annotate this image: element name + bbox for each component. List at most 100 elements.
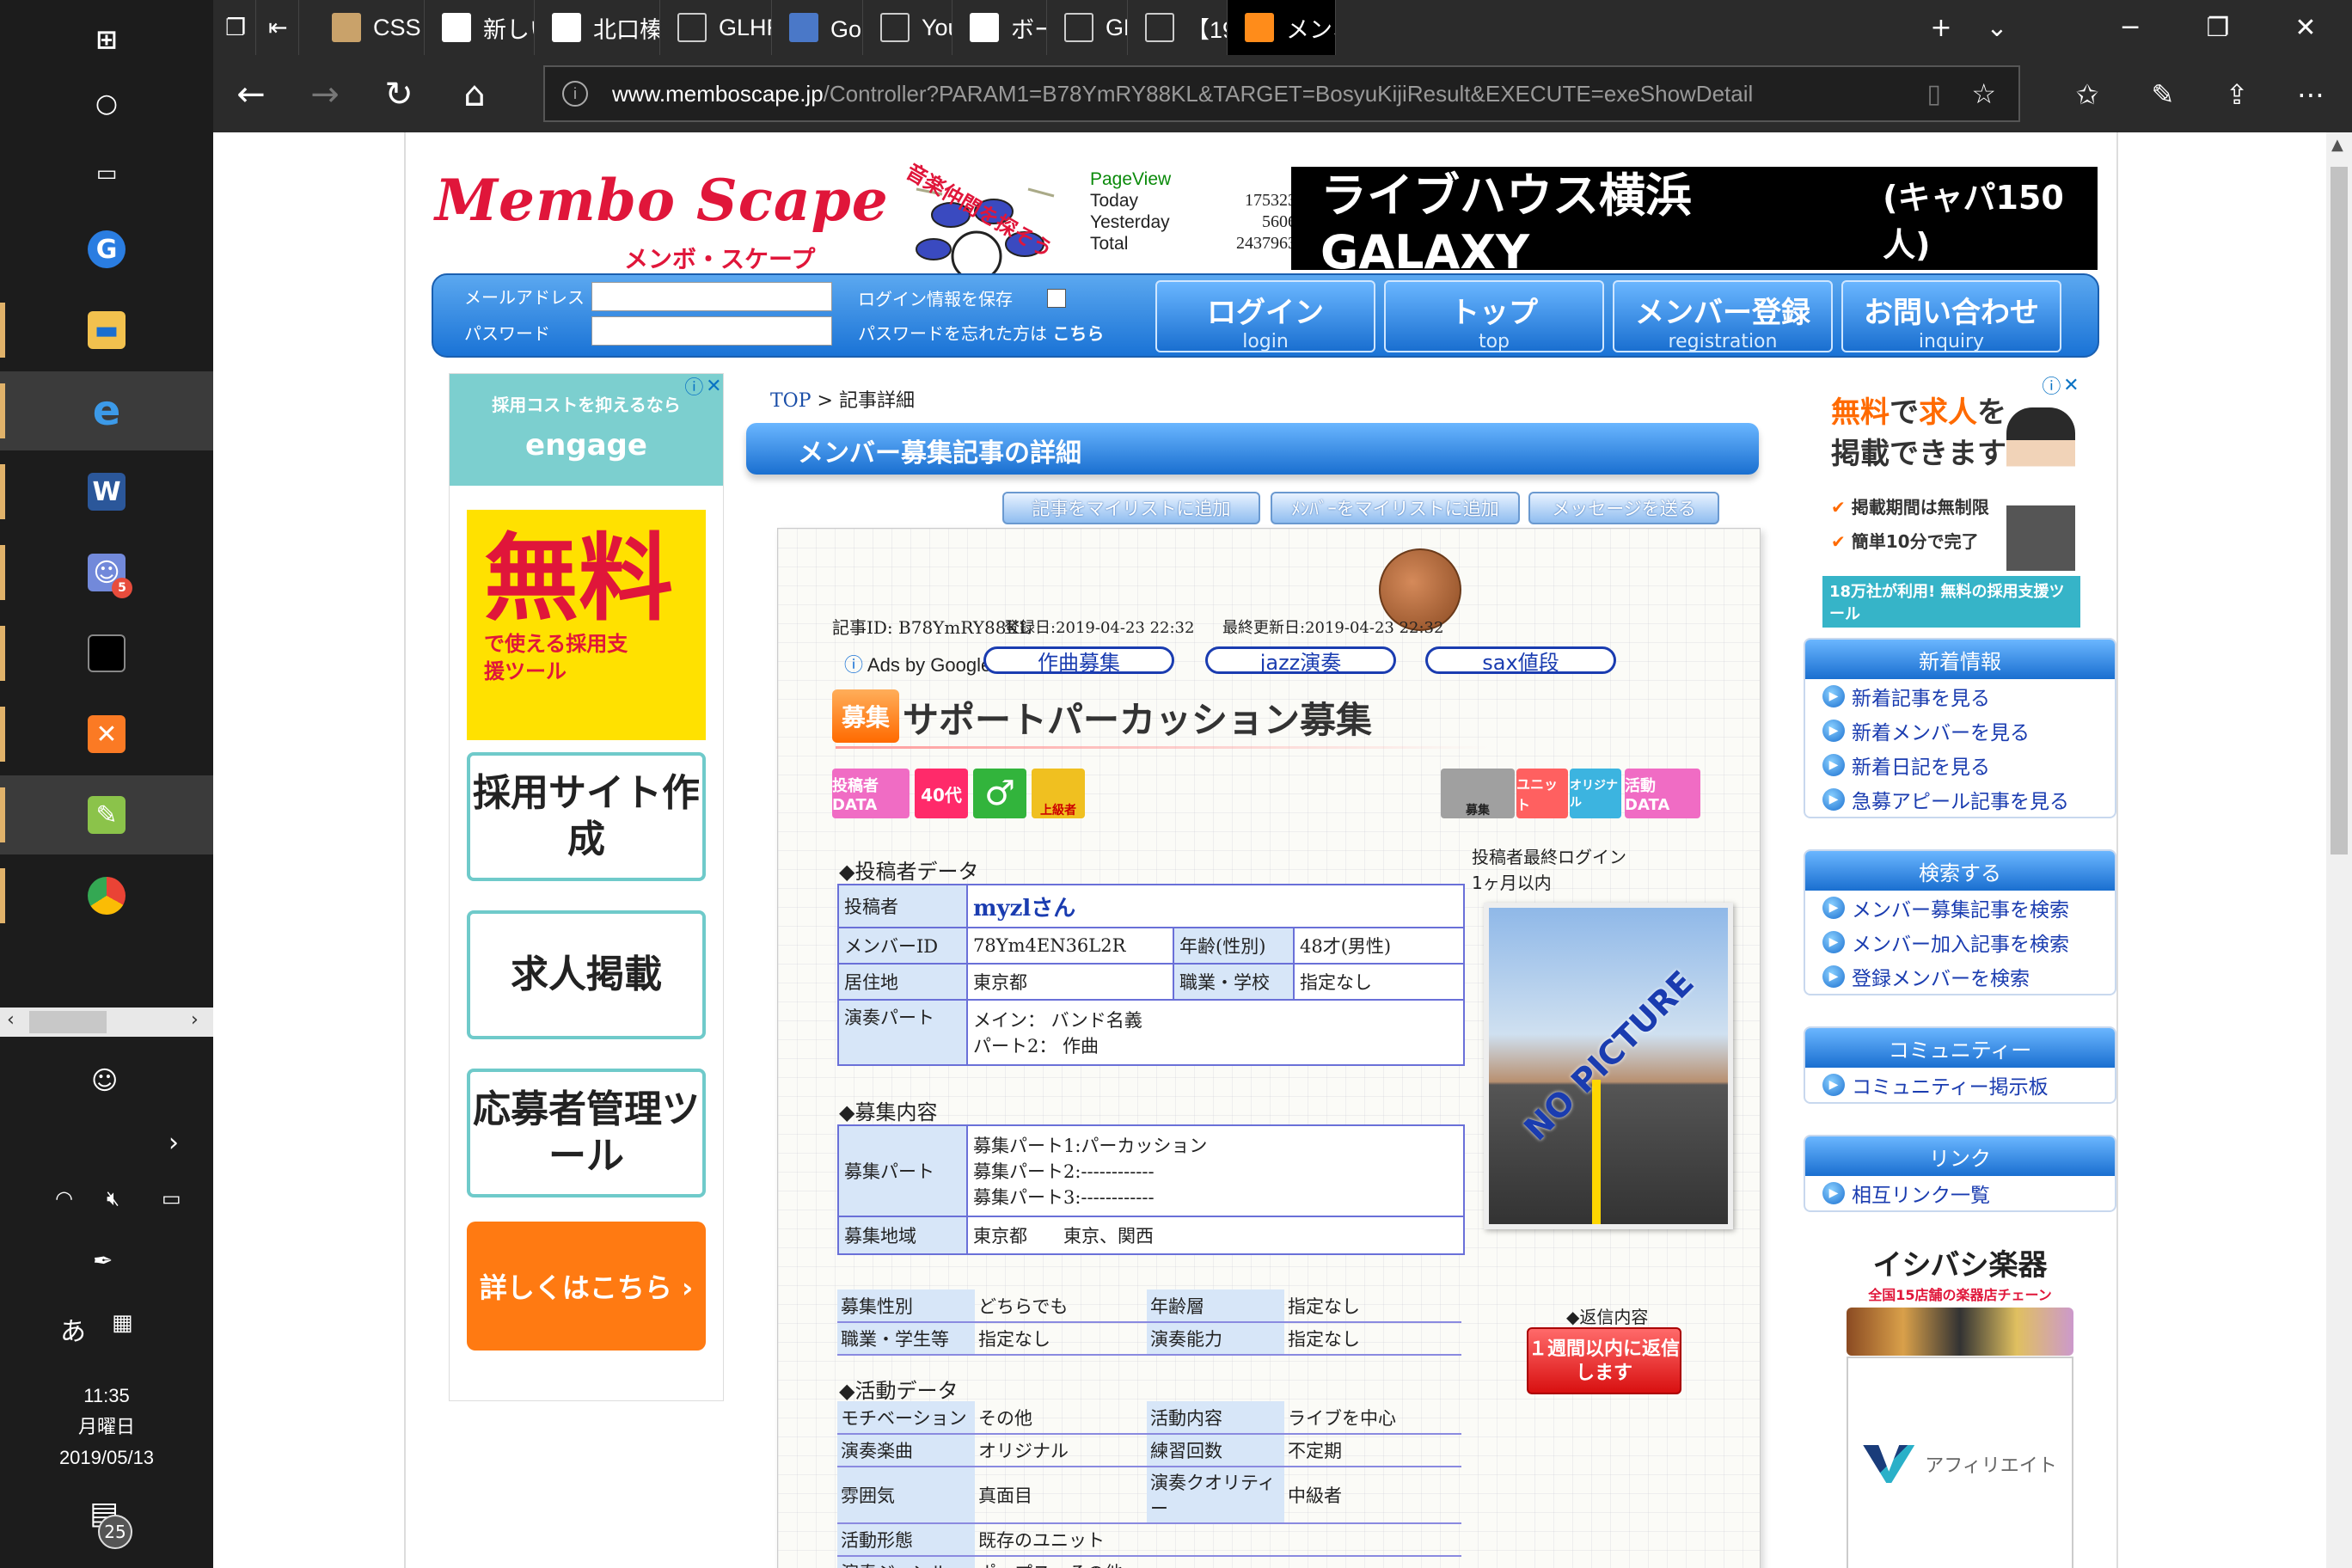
ad-box[interactable]: 応募者管理ツール — [467, 1069, 706, 1197]
share-button[interactable]: ⇪ — [2211, 69, 2263, 120]
taskbar-edge[interactable]: e — [0, 371, 213, 450]
left-advertisement[interactable]: ⓘ ✕ 採用コストを抑えるなら engage 無料 で使える採用支援ツール 採用サ… — [449, 373, 724, 1401]
refresh-button[interactable]: ↻ — [373, 69, 425, 120]
breadcrumb-top-link[interactable]: TOP — [770, 390, 812, 412]
taskbar-notepad[interactable]: ✎ — [0, 775, 213, 854]
tab-10[interactable]: メンホ✕ — [1228, 0, 1336, 55]
volume-muted-icon[interactable]: 🔇︎ — [107, 1186, 119, 1210]
reading-view-icon[interactable]: ▯ — [1926, 79, 1941, 109]
system-clock[interactable]: 11:35 月曜日 2019/05/13 — [0, 1381, 213, 1473]
taskbar-app-1[interactable]: G — [0, 210, 213, 289]
set-aside-button[interactable]: ⇤ — [256, 0, 299, 55]
sidebar-link[interactable]: ▶ 新着日記を見る — [1805, 748, 2115, 782]
top-button[interactable]: トップ top — [1384, 280, 1604, 352]
sidebar-link[interactable]: ▶ メンバー募集記事を検索 — [1805, 891, 2115, 925]
ad-cta-button[interactable]: 詳しくはこちら › — [467, 1222, 706, 1351]
people-icon[interactable]: ☺ — [91, 1066, 118, 1096]
tab-1[interactable]: CSS Flexl — [315, 0, 425, 55]
scroll-thumb[interactable] — [29, 1011, 107, 1033]
ad-link-pill[interactable]: sax値段 — [1425, 646, 1616, 675]
battery-icon[interactable]: ▭ — [162, 1186, 181, 1210]
taskbar-chrome[interactable] — [0, 856, 213, 935]
task-view-button[interactable]: ▭ — [0, 134, 213, 213]
ad-link-pill[interactable]: 作曲募集 — [983, 646, 1174, 675]
ad-box[interactable]: 採用サイト作成 — [467, 752, 706, 881]
forgot-password-link[interactable]: こちら — [1052, 323, 1104, 344]
ime-pad-icon[interactable]: ▦ — [112, 1310, 133, 1336]
home-button[interactable]: ⌂ — [449, 69, 500, 120]
site-logo[interactable]: Membo Scape メンボ・スケープ 音楽仲間を探そう — [435, 155, 1088, 292]
ad-link-pill[interactable]: jazz演奏 — [1205, 646, 1396, 675]
taskbar-explorer[interactable]: ▬ — [0, 291, 213, 370]
page-scrollbar[interactable]: ▲ — [2326, 132, 2352, 1568]
sidebar-link[interactable]: ▶ 新着記事を見る — [1805, 679, 2115, 714]
ad-info-icon[interactable]: ⓘ — [2042, 371, 2061, 399]
sidebar-link[interactable]: ▶ メンバー加入記事を検索 — [1805, 925, 2115, 959]
ishibashi-banner[interactable]: イシバシ楽器 全国15店舗の楽器店チェーン — [1847, 1241, 2073, 1356]
ime-indicator[interactable]: あ — [60, 1310, 86, 1348]
more-button[interactable]: ⋯ — [2285, 69, 2337, 120]
save-login-checkbox[interactable] — [1047, 289, 1066, 308]
taskbar-scrollbar[interactable]: ‹ › — [0, 1008, 213, 1037]
tab-4[interactable]: GLHF — [660, 0, 772, 55]
notes-button[interactable]: ✎ — [2137, 69, 2189, 120]
ad-info-icon[interactable]: ⓘ — [684, 372, 703, 400]
favorites-button[interactable]: ✩ — [2061, 69, 2113, 120]
sidebar-link[interactable]: ▶ 急募アピール記事を見る — [1805, 782, 2115, 817]
tab-8[interactable]: GLHF — [1047, 0, 1128, 55]
taskbar-discord[interactable]: ☺ 5 — [0, 533, 213, 612]
ad-choices[interactable]: ⓘ ✕ — [2041, 371, 2080, 399]
add-member-mylist-button[interactable]: ﾒﾝﾊﾞｰをマイリストに追加 — [1271, 492, 1520, 524]
taskbar-terminal[interactable] — [0, 614, 213, 693]
tab-label: YouTube — [922, 14, 952, 40]
tab-preview-button[interactable]: ❐ — [213, 0, 256, 55]
chevron-right-icon[interactable]: › — [168, 1128, 179, 1158]
wifi-icon[interactable]: ◠ — [55, 1186, 73, 1210]
ad-choices[interactable]: ⓘ ✕ — [683, 372, 723, 400]
sidebar-link[interactable]: ▶ 登録メンバーを検索 — [1805, 959, 2115, 994]
taskbar-word[interactable]: W — [0, 452, 213, 531]
back-button[interactable]: ← — [225, 69, 277, 120]
tab-9[interactable]: 【19：チャ — [1128, 0, 1228, 55]
action-center-button[interactable]: ▤ 25 — [89, 1496, 132, 1549]
search-button[interactable]: ○ — [0, 64, 213, 143]
address-bar[interactable]: i www.memboscape.jp/Controller?PARAM1=B7… — [543, 65, 2020, 122]
ad-close-icon[interactable]: ✕ — [706, 376, 721, 397]
scroll-up-icon[interactable]: ▲ — [2331, 136, 2343, 154]
tab-2[interactable]: 新しいタフ — [425, 0, 535, 55]
tab-list-button[interactable]: ⌄ — [1967, 0, 2027, 55]
minimize-button[interactable]: ─ — [2087, 0, 2173, 55]
taskbar-xampp[interactable]: ✕ — [0, 695, 213, 774]
login-button[interactable]: ログイン login — [1155, 280, 1375, 352]
site-info-icon[interactable]: i — [562, 81, 588, 107]
ad-box[interactable]: 求人掲載 — [467, 910, 706, 1039]
ads-by-google[interactable]: ⓘ Ads by Google — [844, 650, 991, 677]
inquiry-button[interactable]: お問い合わせ inquiry — [1841, 280, 2061, 352]
scroll-left-icon[interactable]: ‹ — [7, 1009, 15, 1031]
ad-close-icon[interactable]: ✕ — [2063, 375, 2079, 396]
poster-name-link[interactable]: myzlさん — [966, 884, 1465, 928]
favorite-star-icon[interactable]: ☆ — [1971, 77, 1996, 110]
scroll-thumb[interactable] — [2331, 167, 2348, 854]
tab-7[interactable]: ボーガン･: — [952, 0, 1047, 55]
pen-icon[interactable]: ✒ — [93, 1246, 113, 1275]
live-house-banner[interactable]: ライブハウス横浜GALAXY (キャパ150人) — [1291, 167, 2098, 279]
send-message-button[interactable]: メッセージを送る — [1528, 492, 1719, 524]
close-window-button[interactable]: ✕ — [2263, 0, 2349, 55]
email-field[interactable] — [591, 282, 832, 311]
password-field[interactable] — [591, 316, 832, 346]
add-article-mylist-button[interactable]: 記事をマイリストに追加 — [1002, 492, 1260, 524]
sidebar-link[interactable]: ▶ 新着メンバーを見る — [1805, 714, 2115, 748]
right-advertisement[interactable]: ⓘ ✕ 無料で求人を 掲載できます ✔ 掲載期間は無制限 ✔ 簡単10分で完了 1… — [1822, 373, 2080, 628]
restore-button[interactable]: ❐ — [2175, 0, 2261, 55]
sidebar-link[interactable]: ▶ コミュニティー掲示板 — [1805, 1068, 2115, 1102]
registration-button[interactable]: メンバー登録 registration — [1613, 280, 1833, 352]
new-tab-button[interactable]: + — [1907, 0, 1975, 55]
forward-button[interactable]: → — [299, 69, 351, 120]
scroll-right-icon[interactable]: › — [191, 1009, 199, 1031]
sidebar-link[interactable]: ▶ 相互リンク一覧 — [1805, 1176, 2115, 1210]
affiliate-banner[interactable]: アフィリエイト — [1847, 1357, 2073, 1568]
tab-5[interactable]: Google ॥ — [772, 0, 863, 55]
tab-6[interactable]: YouTube — [863, 0, 952, 55]
tab-3[interactable]: 北口榛花 — [535, 0, 660, 55]
